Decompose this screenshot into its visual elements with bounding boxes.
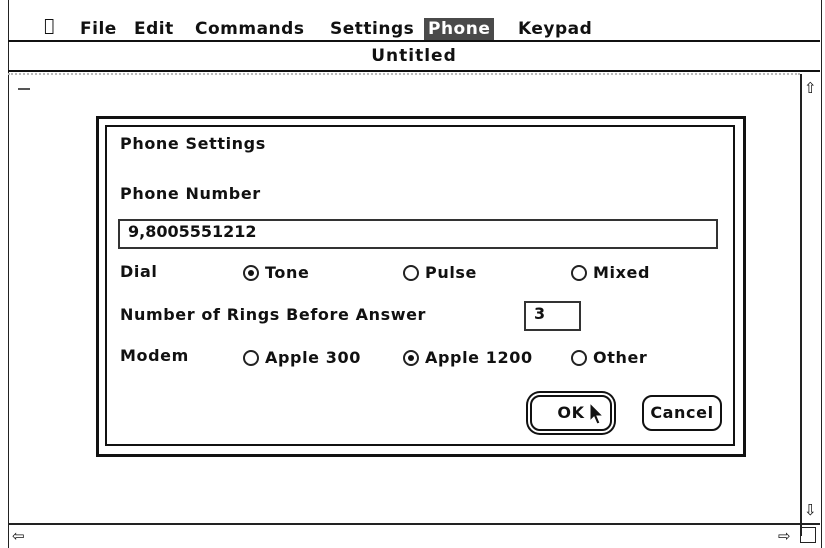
dial-tone-label: Tone: [265, 263, 310, 282]
radio-unselected-icon: [243, 350, 259, 366]
menu-edit[interactable]: Edit: [130, 18, 178, 40]
modem-apple-300-radio[interactable]: Apple 300: [243, 348, 361, 368]
menu-keypad[interactable]: Keypad: [514, 18, 596, 40]
arrow-cursor-icon: [589, 402, 604, 425]
window-title: Untitled: [371, 46, 457, 66]
dial-tone-radio[interactable]: Tone: [243, 263, 309, 283]
resize-box-icon[interactable]: [800, 527, 816, 543]
rings-value: 3: [534, 304, 546, 323]
dialog-inner-border: [105, 125, 735, 446]
rings-label: Number of Rings Before Answer: [120, 305, 427, 324]
menu-commands[interactable]: Commands: [191, 18, 308, 40]
cancel-button[interactable]: Cancel: [642, 395, 722, 431]
radio-selected-icon: [403, 350, 419, 366]
modem-apple-300-label: Apple 300: [265, 348, 361, 367]
dial-pulse-label: Pulse: [425, 263, 477, 282]
dialog-title: Phone Settings: [120, 134, 266, 153]
dial-mixed-label: Mixed: [593, 263, 651, 282]
vertical-scrollbar[interactable]: ⇧ ⇩: [800, 74, 822, 536]
menu-settings[interactable]: Settings: [326, 18, 418, 40]
phone-number-input[interactable]: 9,8005551212: [118, 219, 718, 249]
radio-selected-icon: [243, 265, 259, 281]
dial-pulse-radio[interactable]: Pulse: [403, 263, 477, 283]
modem-other-radio[interactable]: Other: [571, 348, 647, 368]
radio-unselected-icon: [403, 265, 419, 281]
menu-file[interactable]: File: [76, 18, 121, 40]
modem-apple-1200-radio[interactable]: Apple 1200: [403, 348, 533, 368]
scroll-up-arrow-icon[interactable]: ⇧: [804, 80, 817, 96]
scroll-down-arrow-icon[interactable]: ⇩: [804, 502, 817, 518]
modem-label: Modem: [120, 346, 189, 365]
menu-phone[interactable]: Phone: [424, 18, 495, 40]
phone-number-value: 9,8005551212: [128, 222, 257, 241]
phone-number-label: Phone Number: [120, 184, 261, 203]
modem-other-label: Other: [593, 348, 648, 367]
dial-mixed-radio[interactable]: Mixed: [571, 263, 650, 283]
minus-icon: [18, 88, 30, 90]
menu-bar:  File Edit Commands Settings Phone Keyp…: [8, 6, 820, 42]
cancel-button-label: Cancel: [650, 403, 714, 422]
radio-unselected-icon: [571, 265, 587, 281]
title-divider: [8, 73, 800, 75]
scroll-left-arrow-icon[interactable]: ⇦: [12, 528, 25, 544]
horizontal-scrollbar[interactable]: ⇦ ⇨: [8, 523, 820, 547]
window-title-bar[interactable]: Untitled: [8, 42, 820, 72]
ok-button-label: OK: [557, 403, 585, 422]
dial-label: Dial: [120, 262, 158, 281]
radio-unselected-icon: [571, 350, 587, 366]
apple-icon[interactable]: : [44, 16, 54, 36]
modem-apple-1200-label: Apple 1200: [425, 348, 533, 367]
scroll-right-arrow-icon[interactable]: ⇨: [778, 528, 791, 544]
rings-input[interactable]: 3: [524, 301, 581, 331]
